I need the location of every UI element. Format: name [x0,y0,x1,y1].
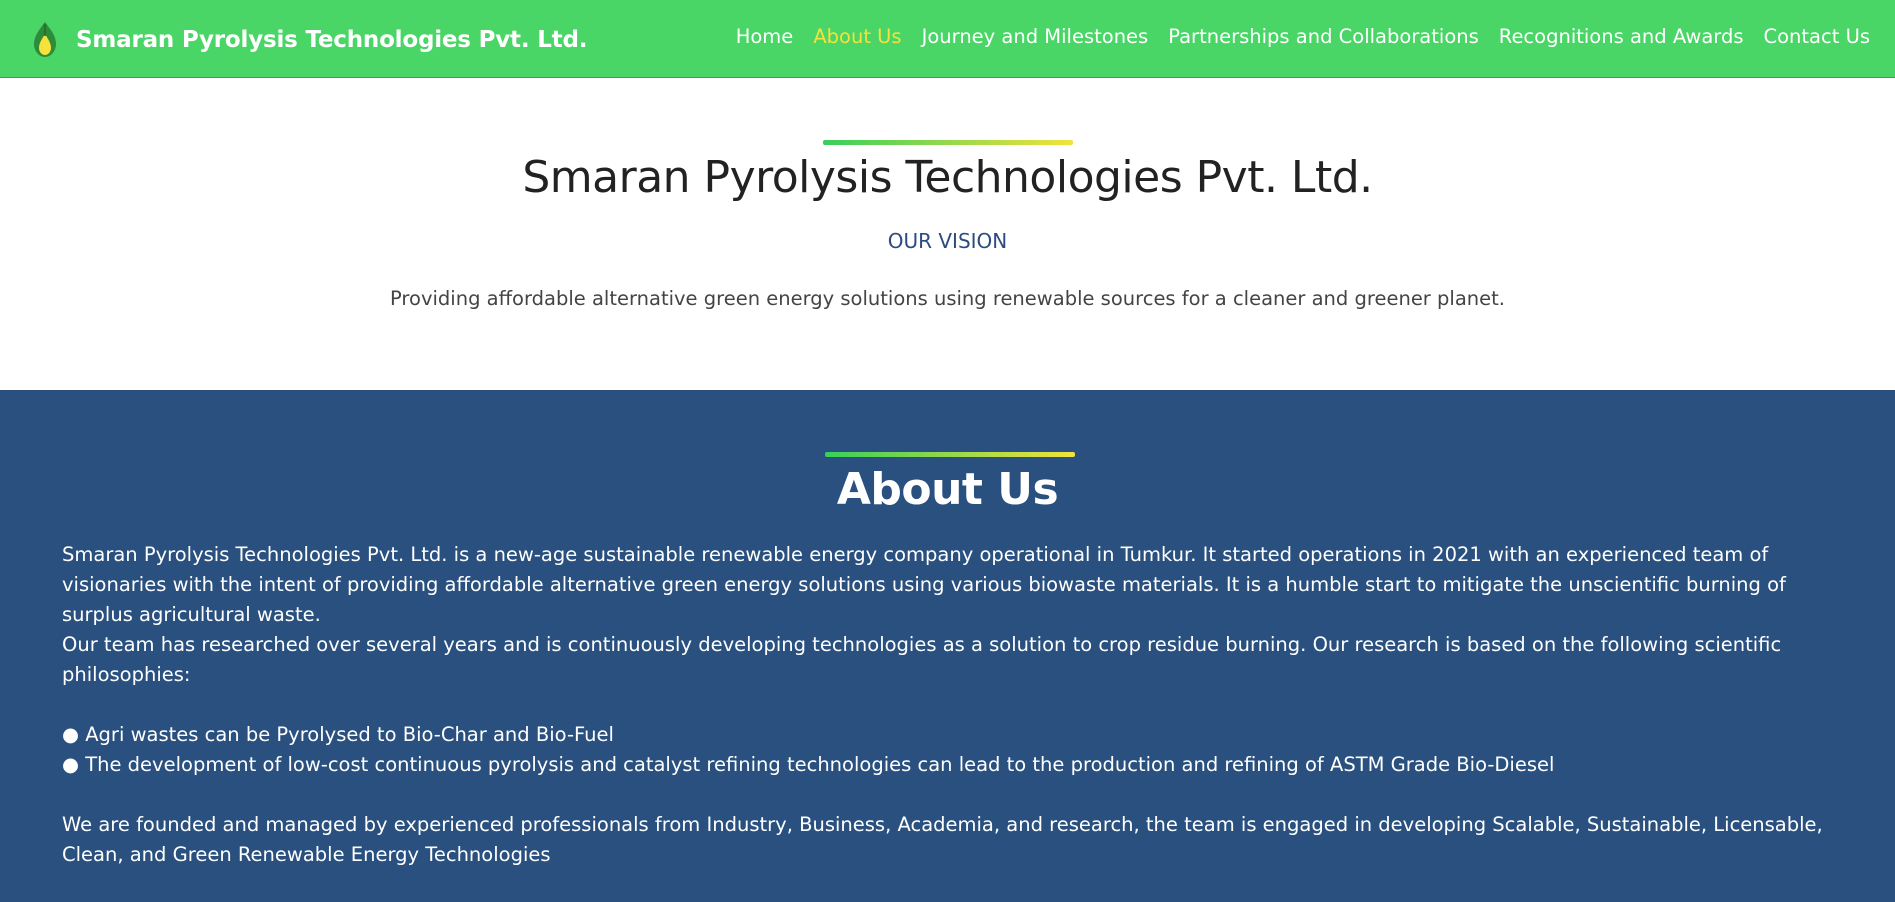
about-bullet-1: ● Agri wastes can be Pyrolysed to Bio-Ch… [62,723,614,746]
nav-journey-and-milestones[interactable]: Journey and Milestones [922,25,1149,48]
vision-subtitle: OUR VISION [887,229,1008,253]
about-paragraph-1: Smaran Pyrolysis Technologies Pvt. Ltd. … [62,543,1786,626]
droplet-leaf-logo-icon [34,22,56,57]
main-nav: Home About Us Journey and Milestones Par… [736,25,1870,48]
nav-contact-us[interactable]: Contact Us [1764,25,1871,48]
about-bullet-2: ● The development of low-cost continuous… [62,753,1555,776]
vision-section: Smaran Pyrolysis Technologies Pvt. Ltd. … [0,78,1895,390]
nav-partnerships-and-collaborations[interactable]: Partnerships and Collaborations [1168,25,1479,48]
nav-home[interactable]: Home [736,25,794,48]
nav-recognitions-and-awards[interactable]: Recognitions and Awards [1499,25,1744,48]
about-paragraph-2: Our team has researched over several yea… [62,633,1782,686]
about-title: About Us [836,464,1059,515]
about-body: Smaran Pyrolysis Technologies Pvt. Ltd. … [62,540,1832,870]
vision-statement: Providing affordable alternative green e… [390,287,1505,310]
nav-about-us[interactable]: About Us [813,25,901,48]
about-section: About Us Smaran Pyrolysis Technologies P… [0,390,1895,902]
brand-name: Smaran Pyrolysis Technologies Pvt. Ltd. [76,27,588,53]
brand[interactable]: Smaran Pyrolysis Technologies Pvt. Ltd. [30,20,587,60]
navbar: Smaran Pyrolysis Technologies Pvt. Ltd. … [0,0,1895,78]
about-accent-bar [825,452,1075,457]
vision-accent-bar [823,140,1073,145]
vision-title: Smaran Pyrolysis Technologies Pvt. Ltd. [522,152,1373,203]
about-paragraph-3: We are founded and managed by experience… [62,813,1823,866]
